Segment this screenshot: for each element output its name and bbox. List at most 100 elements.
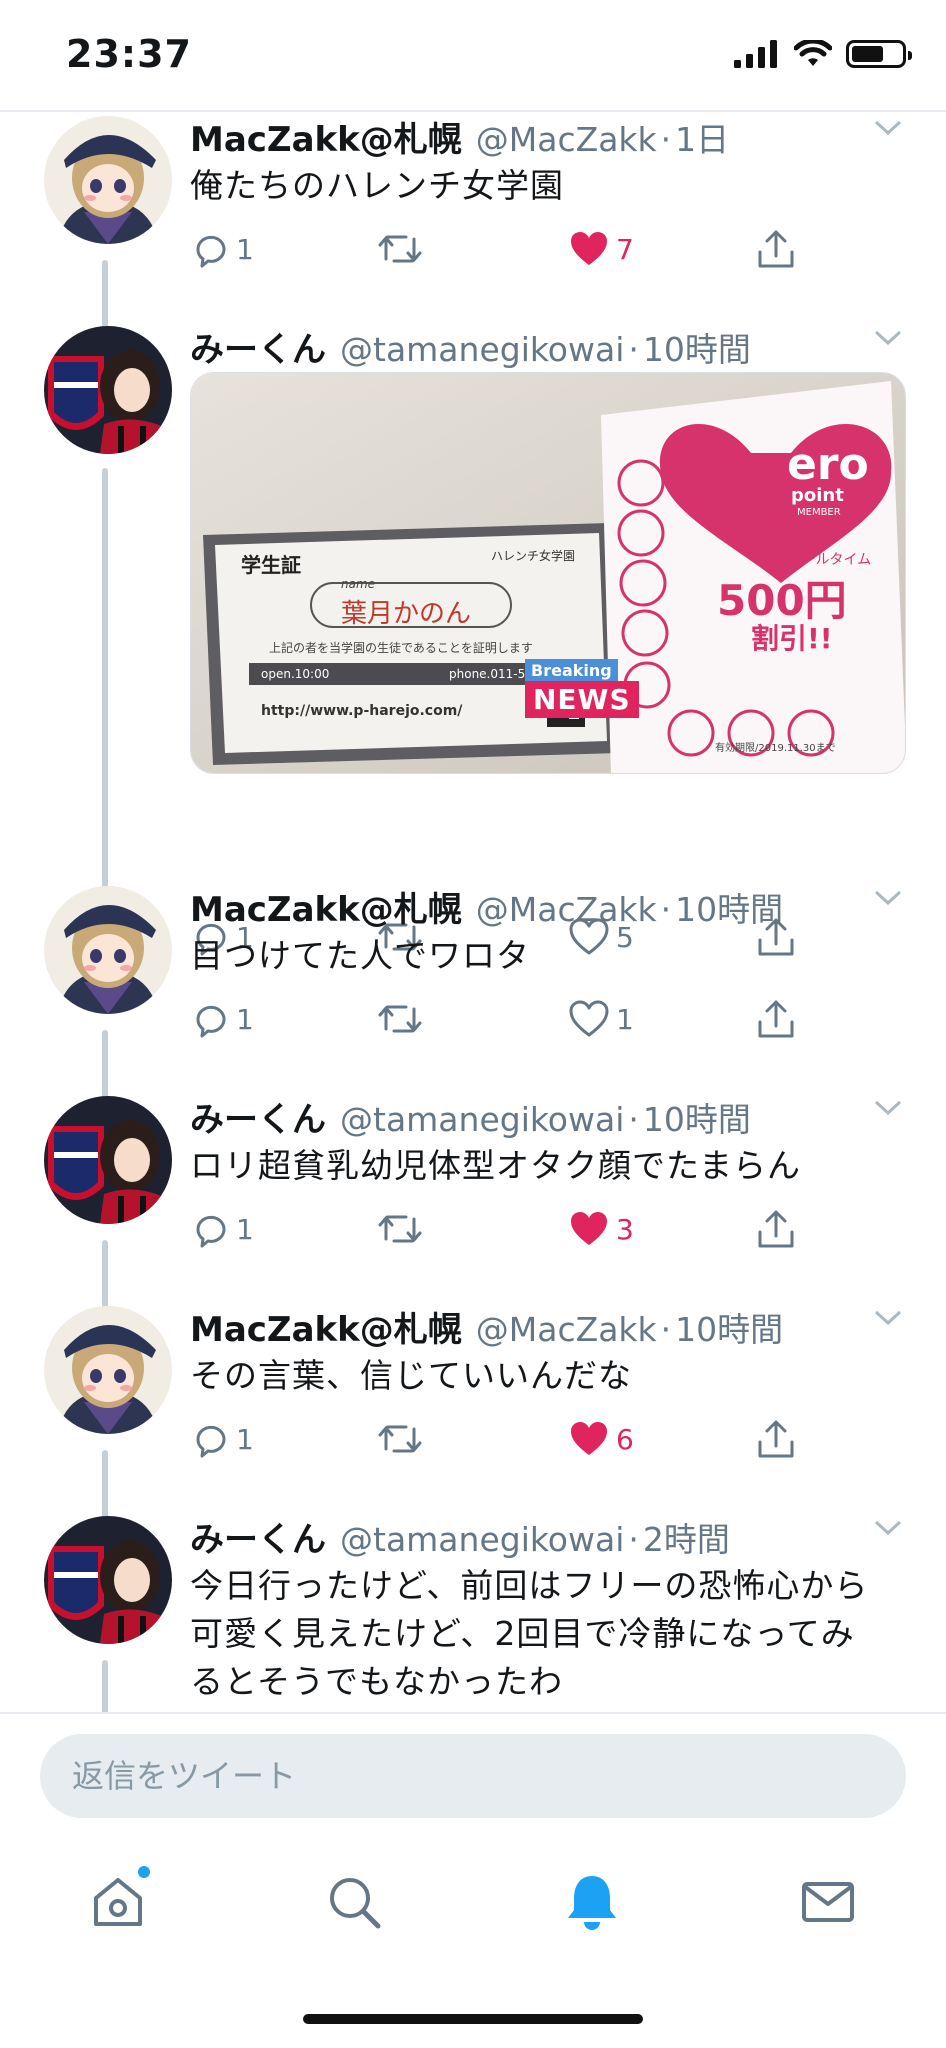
retweet-icon [378,1215,422,1243]
reply-icon [196,1215,226,1248]
share-icon [758,1420,794,1458]
like-button[interactable]: 7 [568,224,634,274]
retweet-button[interactable] [376,224,424,274]
separator-dot: · [628,1100,639,1139]
tweet-header: みーくん @tamanegikowai · 10時間 [190,322,910,371]
share-icon [758,1000,794,1038]
status-icons [734,40,912,68]
flyer-point: point [791,485,844,506]
share-button[interactable] [756,224,796,274]
tweet-actions: 1 3 [190,1204,810,1254]
tweet-body: みーくん @tamanegikowai · 2時間 今日行ったけど、前回はフリー… [190,1512,910,1706]
tweet-actions: 1 7 [190,224,810,274]
tweet-time[interactable]: 2時間 [643,1513,730,1561]
avatar[interactable] [44,116,172,244]
avatar[interactable] [44,1516,172,1644]
tab-notifications[interactable] [560,1870,624,1934]
avatar[interactable] [44,1306,172,1434]
chevron-down-icon[interactable] [872,1308,904,1328]
tweet-header: みーくん @tamanegikowai · 10時間 [190,1092,910,1141]
user-handle[interactable]: @MacZakk [476,120,657,159]
chevron-down-icon[interactable] [872,1518,904,1538]
news-label: NEWS [525,681,639,718]
status-time: 23:37 [66,32,192,76]
reply-input[interactable] [40,1734,906,1818]
user-handle[interactable]: @tamanegikowai [340,1100,624,1139]
card-name: 葉月かのん [341,599,472,629]
separator-dot: · [660,1310,672,1349]
tweet-media-photo[interactable]: 学生証 ハレンチ女学園 name 葉月かのん 上記の者を当学園の生徒であることを… [190,372,906,774]
flyer-expiry: 有効期限/2019.11.30まで [715,743,836,754]
avatar[interactable] [44,326,172,454]
reply-composer[interactable] [40,1734,906,1818]
tweet-time[interactable]: 10時間 [675,883,783,931]
tweet-time[interactable]: 10時間 [675,1303,783,1351]
wifi-icon [794,40,832,66]
chevron-down-icon[interactable] [872,888,904,908]
heart-icon [571,1422,607,1455]
like-button[interactable]: 6 [568,1414,634,1464]
thread-connector [102,1660,108,1712]
heart-icon [569,1000,609,1037]
card-url: http://www.p-harejo.com/ [261,703,463,719]
user-handle[interactable]: @tamanegikowai [340,1520,624,1559]
tab-home[interactable] [86,1866,150,1934]
reply-button[interactable]: 1 [190,224,254,274]
tab-messages[interactable] [796,1870,860,1934]
reply-count: 1 [236,1422,254,1456]
retweet-button[interactable] [376,994,424,1044]
retweet-button[interactable] [376,1204,424,1254]
chevron-down-icon[interactable] [872,1098,904,1118]
chevron-down-icon[interactable] [872,328,904,348]
tab-search[interactable] [322,1870,386,1934]
like-button[interactable]: 3 [568,1204,634,1254]
share-button[interactable] [756,1204,796,1254]
display-name[interactable]: みーくん [190,322,326,371]
flyer-discount: 割引!! [751,622,833,655]
chevron-down-icon[interactable] [872,118,904,138]
card-statement: 上記の者を当学園の生徒であることを証明します [269,641,533,655]
user-handle[interactable]: @MacZakk [476,890,657,929]
like-button[interactable]: 1 [568,994,634,1044]
separator-dot: · [660,120,672,159]
display-name[interactable]: みーくん [190,1092,326,1141]
tweet-text-line: 可愛く見えたけど、2回目で冷静になってみ [190,1614,855,1653]
reply-button[interactable]: 1 [190,994,254,1044]
display-name[interactable]: MacZakk@札幌 [190,112,462,161]
home-indicator[interactable] [303,2014,643,2024]
tweet-text-line: るとそうでもなかったわ [190,1662,564,1701]
reply-button[interactable]: 1 [190,1204,254,1254]
share-button[interactable] [756,994,796,1044]
tweet-body: MacZakk@札幌 @MacZakk · 10時間 その言葉、信じていいんだな [190,1302,910,1400]
display-name[interactable]: MacZakk@札幌 [190,882,462,931]
reply-icon [196,1425,226,1458]
mail-icon [802,1882,854,1922]
share-button[interactable] [756,1414,796,1464]
reply-button[interactable]: 1 [190,1414,254,1464]
like-count: 7 [616,232,634,266]
tweet-header: MacZakk@札幌 @MacZakk · 10時間 [190,1302,910,1351]
reply-count: 1 [236,1212,254,1246]
avatar[interactable] [44,886,172,1014]
avatar[interactable] [44,1096,172,1224]
separator-dot: · [628,330,639,369]
flyer-member: MEMBER [797,507,841,518]
tweet-thread[interactable]: MacZakk@札幌 @MacZakk · 1日 俺たちのハレンチ女学園 1 7 [0,112,946,1712]
signal-icon [734,40,777,68]
tweet-time[interactable]: 10時間 [643,323,751,371]
retweet-button[interactable] [376,1414,424,1464]
tweet-header: みーくん @tamanegikowai · 2時間 [190,1512,910,1561]
status-bar: 23:37 [0,0,946,110]
retweet-icon [378,1005,422,1033]
user-handle[interactable]: @tamanegikowai [340,330,624,369]
breaking-label: Breaking [525,659,618,682]
tweet-text: ロリ超貧乳幼児体型オタク顔でたまらん [190,1146,802,1185]
display-name[interactable]: みーくん [190,1512,326,1561]
tweet-text: 目つけてた人でワロタ [190,936,530,975]
user-handle[interactable]: @MacZakk [476,1310,657,1349]
heart-icon [571,1212,607,1245]
reply-icon [196,235,226,268]
display-name[interactable]: MacZakk@札幌 [190,1302,462,1351]
tweet-time[interactable]: 10時間 [643,1093,751,1141]
tweet-time[interactable]: 1日 [675,113,729,161]
